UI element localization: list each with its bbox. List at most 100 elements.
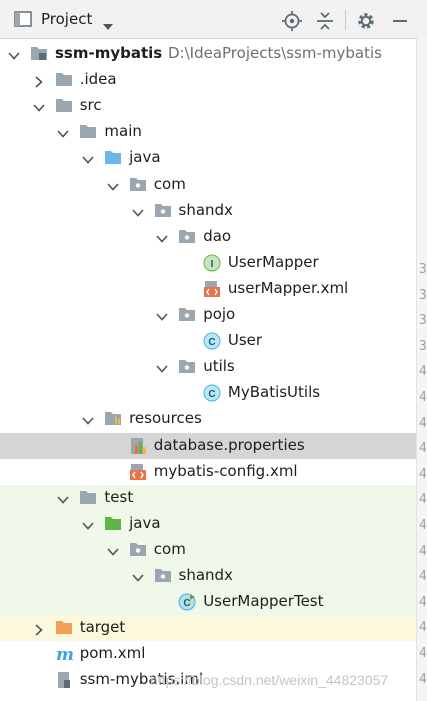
gutter-line-number: 4 xyxy=(419,620,427,636)
tree-row[interactable]: .idea xyxy=(0,67,416,93)
svg-text:C: C xyxy=(184,598,191,609)
tree-item-label: test xyxy=(104,487,134,506)
tree-item-label: java xyxy=(129,513,161,532)
tree-item-label: pom.xml xyxy=(79,644,146,663)
gutter-line-number: 4 xyxy=(419,594,427,610)
tree-item-label: shandx xyxy=(178,566,233,584)
expand-chevron-icon[interactable] xyxy=(156,361,168,373)
expand-chevron-icon[interactable] xyxy=(131,570,144,582)
tree-row[interactable]: test xyxy=(0,484,416,511)
expand-chevron-icon[interactable] xyxy=(57,126,69,138)
module-folder-icon xyxy=(30,45,48,63)
expand-chevron-icon[interactable] xyxy=(82,518,94,530)
tree-item-label: database.properties xyxy=(153,435,305,454)
tree-item-label: User xyxy=(227,331,263,350)
gutter-line-number: 3 xyxy=(419,338,427,354)
tree-row[interactable]: userMapper.xml xyxy=(0,276,416,302)
watermark-text: https://blog.csdn.net/weixin_44823057 xyxy=(150,672,389,688)
tree-row[interactable]: main xyxy=(0,119,416,145)
tree-row[interactable]: src xyxy=(0,93,416,119)
project-view-selector[interactable]: Project xyxy=(41,10,92,28)
expand-chevron-icon[interactable] xyxy=(107,544,119,556)
tree-row[interactable]: shandx xyxy=(0,563,416,589)
tree-row[interactable]: resources xyxy=(0,406,416,432)
gutter-line-number: 4 xyxy=(419,646,427,661)
tree-row[interactable]: ssm-mybatis D:\IdeaProjects\ssm-mybatis xyxy=(0,41,416,67)
package-icon xyxy=(178,228,196,246)
gutter-line-number: 3 xyxy=(419,287,427,303)
expand-chevron-icon[interactable] xyxy=(33,100,45,112)
editor-gutter: 3 3 3 3 4 4 4 4 4 4 4 4 4 4 4 4 4 xyxy=(416,38,427,701)
tree-row[interactable]: I UserMapper xyxy=(0,250,416,276)
expand-chevron-icon[interactable] xyxy=(156,309,168,321)
tree-row[interactable]: com xyxy=(0,172,416,198)
gutter-line-number: 3 xyxy=(419,262,427,277)
tree-row[interactable]: pojo xyxy=(0,302,416,328)
expand-chevron-icon[interactable] xyxy=(107,179,119,191)
tree-row[interactable]: m pom.xml xyxy=(0,641,416,667)
package-icon xyxy=(154,202,172,220)
svg-text:I: I xyxy=(211,259,214,270)
gutter-line-number: 4 xyxy=(419,441,427,457)
tree-item-label: utils xyxy=(203,357,235,376)
tree-row[interactable]: database.properties xyxy=(0,432,416,459)
tree-row[interactable]: mybatis-config.xml xyxy=(0,459,416,485)
svg-text:C: C xyxy=(208,337,215,348)
source-folder-icon xyxy=(104,149,122,167)
tree-item-label: java xyxy=(129,148,161,167)
tree-row[interactable]: utils xyxy=(0,354,416,380)
test-source-folder-icon xyxy=(104,515,122,533)
tree-row[interactable]: java xyxy=(0,145,416,171)
tree-item-label: MyBatisUtils xyxy=(227,383,321,402)
iml-file-icon xyxy=(55,671,73,689)
tree-item-label: target xyxy=(79,618,126,637)
toolbar-divider xyxy=(345,10,346,30)
gutter-line-number: 4 xyxy=(419,492,427,508)
module-path: D:\IdeaProjects\ssm-mybatis xyxy=(168,44,382,62)
expand-chevron-icon[interactable] xyxy=(82,152,94,165)
project-window-icon xyxy=(14,11,32,31)
minimize-icon[interactable] xyxy=(389,10,411,32)
tree-item-label: mybatis-config.xml xyxy=(153,461,298,480)
tree-item-label: shandx xyxy=(178,200,233,219)
xml-file-icon xyxy=(129,463,147,481)
expand-chevron-icon[interactable] xyxy=(8,48,20,60)
package-icon xyxy=(154,567,172,585)
folder-icon xyxy=(79,123,97,141)
locate-target-icon[interactable] xyxy=(281,10,303,32)
collapse-chevron-icon[interactable] xyxy=(33,74,45,88)
collapse-all-icon[interactable] xyxy=(314,10,336,32)
tree-item-label: pojo xyxy=(203,305,236,323)
expand-chevron-icon[interactable] xyxy=(82,413,94,426)
interface-icon: I xyxy=(203,254,221,272)
package-icon xyxy=(129,176,147,194)
properties-file-icon xyxy=(129,437,147,455)
expand-chevron-icon[interactable] xyxy=(57,492,69,504)
class-icon: C xyxy=(203,332,221,350)
project-toolbar: Project xyxy=(0,0,427,39)
chevron-down-icon[interactable] xyxy=(103,16,113,34)
tree-row[interactable]: C MyBatisUtils xyxy=(0,380,416,406)
expand-chevron-icon[interactable] xyxy=(156,231,168,243)
folder-icon xyxy=(55,97,73,115)
tree-row[interactable]: target xyxy=(0,615,416,642)
gutter-line-number: 4 xyxy=(419,569,427,585)
tree-item-label: resources xyxy=(129,409,202,428)
gutter-line-number: 4 xyxy=(419,415,427,431)
tree-row[interactable]: java xyxy=(0,510,416,537)
collapse-chevron-icon[interactable] xyxy=(33,622,45,636)
tree-row[interactable]: C User xyxy=(0,328,416,354)
gear-icon[interactable] xyxy=(355,10,377,32)
gutter-line-number: 4 xyxy=(419,543,427,559)
tree-row[interactable]: C UserMapperTest xyxy=(0,589,416,616)
tree-row[interactable]: dao xyxy=(0,224,416,250)
xml-file-icon xyxy=(203,280,221,298)
gutter-line-number: 4 xyxy=(419,671,427,687)
project-tree: ssm-mybatis D:\IdeaProjects\ssm-mybatis .… xyxy=(0,38,416,701)
tree-item-label: UserMapper xyxy=(227,252,319,271)
folder-icon xyxy=(55,71,73,89)
expand-chevron-icon[interactable] xyxy=(131,205,144,217)
tree-row[interactable]: shandx xyxy=(0,198,416,224)
resources-folder-icon xyxy=(104,410,122,428)
tree-row[interactable]: com xyxy=(0,536,416,563)
